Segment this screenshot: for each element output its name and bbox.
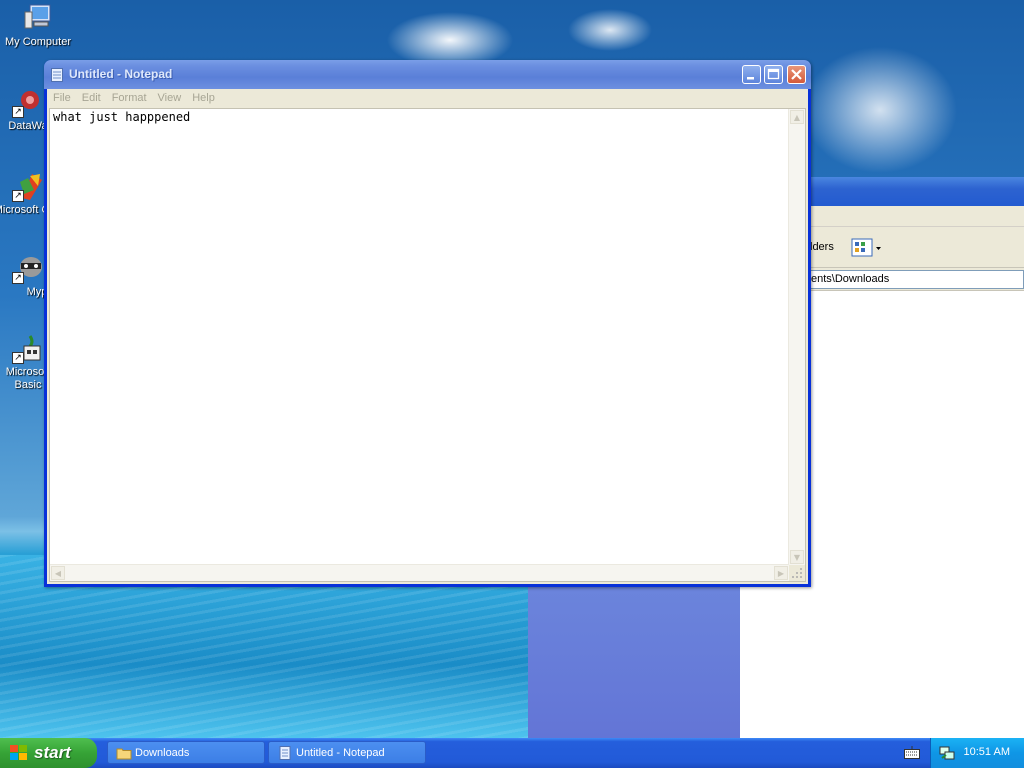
- taskbar-item-downloads[interactable]: Downloads: [107, 741, 265, 764]
- editor-text[interactable]: what just happpened: [53, 110, 190, 124]
- shortcut-arrow-icon: ↗: [12, 272, 24, 284]
- taskbar-item-label: Downloads: [135, 747, 190, 759]
- views-button[interactable]: [850, 237, 884, 259]
- scroll-down-button[interactable]: ▼: [790, 550, 804, 564]
- scroll-right-button[interactable]: ▶: [774, 566, 788, 580]
- datawarehouse-icon: ↗: [12, 86, 44, 118]
- minimize-button[interactable]: [742, 65, 761, 84]
- my-computer-icon: [22, 2, 54, 34]
- maximize-button[interactable]: [764, 65, 783, 84]
- folders-button[interactable]: lders: [810, 241, 834, 253]
- vertical-scrollbar[interactable]: ▲ ▼: [788, 109, 805, 565]
- shortcut-arrow-icon: ↗: [12, 352, 24, 364]
- notepad-icon: [277, 746, 293, 760]
- menu-file[interactable]: File: [47, 89, 76, 104]
- resize-grip-icon[interactable]: [789, 565, 805, 581]
- folder-icon: [116, 746, 132, 760]
- shortcut-arrow-icon: ↗: [12, 106, 24, 118]
- scroll-up-button[interactable]: ▲: [790, 110, 804, 124]
- taskbar-item-label: Untitled - Notepad: [296, 747, 385, 759]
- menu-format[interactable]: Format: [106, 89, 152, 104]
- msvc-icon: ↗: [12, 170, 44, 202]
- close-icon: [791, 69, 802, 80]
- notepad-icon: [51, 67, 63, 82]
- desktop-icon-my-computer[interactable]: My Computer: [1, 2, 75, 49]
- maximize-icon: [767, 68, 780, 80]
- start-label: start: [34, 743, 71, 762]
- network-icon[interactable]: [939, 745, 955, 761]
- text-editor[interactable]: what just happpened ▲ ▼ ◀ ▶: [49, 108, 806, 582]
- clock[interactable]: 10:51 AM: [964, 746, 1010, 758]
- taskbar: start Downloads Untitled - Notepad 10:51…: [0, 738, 1024, 768]
- windows-logo-icon: [10, 745, 28, 761]
- menu-help[interactable]: Help: [186, 89, 220, 104]
- menu-edit[interactable]: Edit: [76, 89, 106, 104]
- notepad-frame: File Edit Format View Help what just happpen…: [47, 89, 808, 584]
- raccoon-icon: ↗: [12, 252, 44, 284]
- close-button[interactable]: [787, 65, 806, 84]
- scroll-left-button[interactable]: ◀: [51, 566, 65, 580]
- notepad-menubar: File Edit Format View Help: [47, 89, 808, 108]
- system-tray: 10:51 AM: [930, 738, 1024, 768]
- notepad-title: Untitled - Notepad: [69, 67, 173, 81]
- views-icon: [851, 238, 881, 257]
- horizontal-scrollbar[interactable]: ◀ ▶: [50, 564, 789, 581]
- minimize-icon: [747, 77, 754, 80]
- notepad-titlebar[interactable]: Untitled - Notepad: [44, 60, 811, 89]
- desktop-icon-label: My Computer: [4, 36, 72, 48]
- taskbar-item-notepad[interactable]: Untitled - Notepad: [268, 741, 426, 764]
- start-button[interactable]: start: [0, 738, 97, 768]
- address-field[interactable]: ents\Downloads: [808, 270, 1024, 289]
- vb-icon: ↗: [12, 332, 44, 364]
- notepad-window[interactable]: Untitled - Notepad File Edit Format View Hel…: [44, 60, 811, 587]
- menu-view[interactable]: View: [152, 89, 187, 104]
- keyboard-icon[interactable]: [904, 746, 920, 760]
- shortcut-arrow-icon: ↗: [12, 190, 24, 202]
